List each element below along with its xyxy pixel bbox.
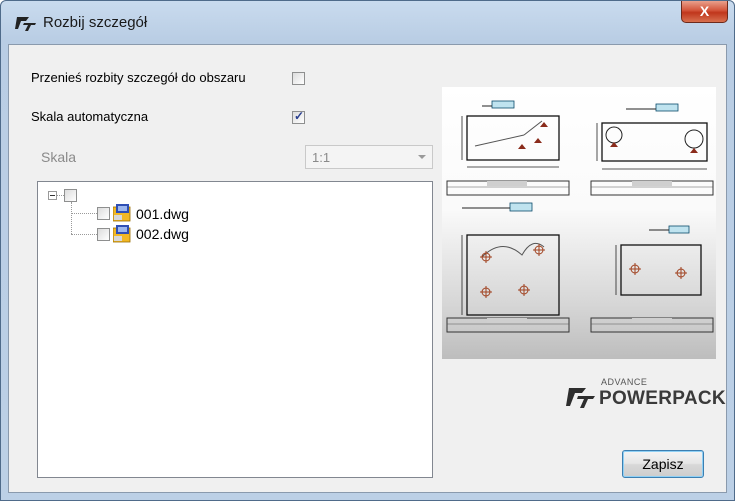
explode-to-area-label: Przenieś rozbity szczegół do obszaru — [31, 70, 246, 85]
tree-item-checkbox[interactable] — [97, 228, 110, 241]
dwg-file-icon — [113, 225, 131, 243]
save-button[interactable]: Zapisz — [622, 450, 704, 478]
auto-scale-checkbox[interactable]: ✓ — [292, 109, 305, 124]
window-title: Rozbij szczegół — [43, 14, 148, 31]
dialog-content: Przenieś rozbity szczegół do obszaru Ska… — [8, 44, 727, 493]
close-icon: X — [699, 3, 710, 19]
gt-logo-icon — [15, 17, 36, 31]
brand-powerpack-text: POWERPACK — [599, 388, 726, 409]
dialog-window: Rozbij szczegół X Przenieś rozbity szcze… — [0, 0, 735, 501]
tree-item-checkbox[interactable] — [97, 207, 110, 220]
drawing-preview — [442, 87, 716, 359]
auto-scale-label: Skala automatyczna — [31, 109, 149, 124]
explode-to-area-checkbox[interactable] — [292, 72, 305, 85]
drawing-preview-image — [446, 100, 714, 333]
drawing-tree[interactable]: 001.dwg 002.dwg — [37, 181, 433, 478]
checkmark-icon: ✓ — [294, 109, 305, 123]
dwg-file-icon — [113, 204, 131, 222]
tree-item-label[interactable]: 001.dwg — [136, 206, 189, 222]
title-bar[interactable]: Rozbij szczegół X — [1, 1, 734, 44]
tree-item-label[interactable]: 002.dwg — [136, 226, 189, 242]
brand-advance-text: ADVANCE — [601, 377, 648, 387]
scale-select[interactable]: 1:1 — [305, 145, 433, 169]
tree-connector — [71, 213, 97, 214]
scale-select-value: 1:1 — [312, 150, 331, 165]
tree-connector — [71, 202, 72, 234]
scale-label: Skala — [41, 149, 77, 165]
tree-connector — [57, 195, 64, 196]
advance-powerpack-logo: ADVANCE POWERPACK — [566, 377, 726, 411]
chevron-down-icon — [418, 155, 426, 159]
tree-connector — [71, 234, 97, 235]
close-button[interactable]: X — [681, 1, 728, 23]
tree-root-checkbox[interactable] — [64, 189, 77, 202]
tree-expander-minus-icon[interactable] — [48, 191, 57, 200]
gt-logo-icon — [566, 388, 595, 408]
